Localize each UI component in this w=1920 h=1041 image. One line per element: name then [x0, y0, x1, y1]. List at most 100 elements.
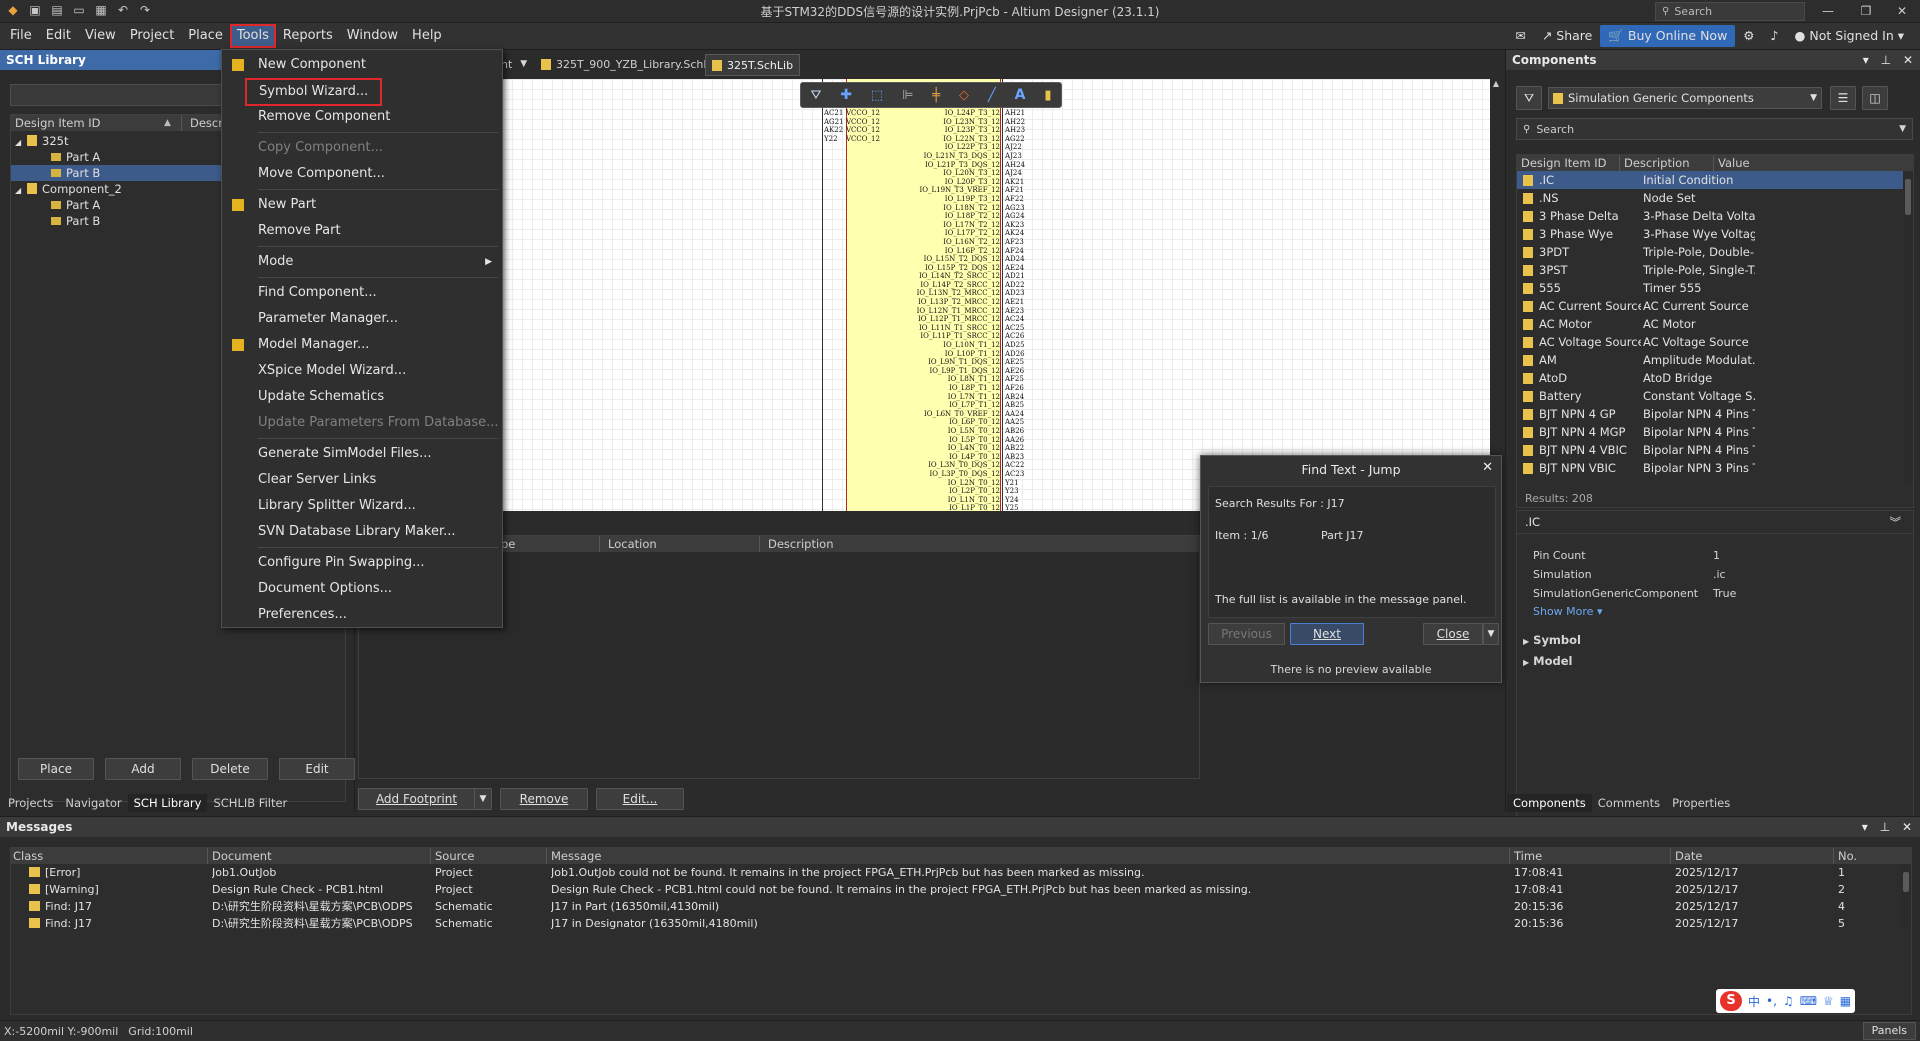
- menu-item-library-splitter-wizard[interactable]: Library Splitter Wizard...: [222, 493, 502, 519]
- component-row[interactable]: AtoD AtoD Bridge: [1517, 369, 1913, 387]
- ime-lang-icon[interactable]: 中: [1748, 993, 1760, 1010]
- right-pin-name[interactable]: IO_L4N_T0_12: [848, 444, 1000, 453]
- ime-logo-icon[interactable]: S: [1720, 991, 1742, 1011]
- ime-punct-icon[interactable]: •,: [1766, 994, 1777, 1008]
- pin-icon[interactable]: ╪: [932, 88, 940, 103]
- col-design-item-id[interactable]: Design Item ID: [1521, 155, 1606, 171]
- menu-item-preferences[interactable]: Preferences...: [222, 602, 502, 628]
- tab-schlib-filter[interactable]: SCHLIB Filter: [207, 794, 293, 812]
- component-row[interactable]: Battery Constant Voltage S...: [1517, 387, 1913, 405]
- menu-item-new-component[interactable]: New Component: [222, 52, 502, 78]
- show-more-link[interactable]: Show More ▾: [1517, 605, 1913, 618]
- collapse-chevron-icon[interactable]: ︾: [1890, 511, 1902, 533]
- doc-tab-0[interactable]: nt ▼: [501, 54, 527, 74]
- share-button[interactable]: ↗ Share: [1534, 25, 1601, 47]
- component-row[interactable]: AC Current Source AC Current Source: [1517, 297, 1913, 315]
- col-source[interactable]: Source: [430, 848, 475, 864]
- message-row[interactable]: Find: J17 D:\研究生阶段资料\星载方案\PCB\ODPS Schemat…: [11, 915, 1911, 932]
- line-icon[interactable]: ╱: [988, 88, 996, 103]
- panels-button[interactable]: Panels: [1862, 1022, 1916, 1040]
- menu-help[interactable]: Help: [405, 24, 449, 48]
- col-value[interactable]: Value: [1713, 155, 1750, 171]
- menu-file[interactable]: File: [3, 24, 39, 48]
- ime-keyboard-icon[interactable]: ⌨: [1800, 994, 1817, 1008]
- menu-item-configure-pin-swapping[interactable]: Configure Pin Swapping...: [222, 550, 502, 576]
- chevron-down-icon[interactable]: ▼: [1899, 124, 1906, 134]
- scroll-up-arrow-icon[interactable]: ▲: [1490, 79, 1502, 88]
- menu-item-clear-server-links[interactable]: Clear Server Links: [222, 467, 502, 493]
- previous-button[interactable]: Previous: [1208, 623, 1285, 645]
- move-icon[interactable]: ✚: [840, 87, 852, 103]
- tab-comments[interactable]: Comments: [1592, 794, 1666, 812]
- panel-menu-icon[interactable]: ▾: [1863, 53, 1869, 67]
- right-pin-name[interactable]: IO_L18P_T2_12: [848, 212, 1000, 221]
- shape-icon[interactable]: ◇: [959, 88, 969, 103]
- component-row[interactable]: 3PST Triple-Pole, Single-T...: [1517, 261, 1913, 279]
- schematic-canvas[interactable]: AC21 VCCO_12 AG21 VCCO_12 AK22 VCCO_12 Y22 VCCO…: [502, 79, 1490, 511]
- col-location[interactable]: Location: [599, 536, 657, 552]
- ime-voice-icon[interactable]: ♫: [1783, 994, 1794, 1008]
- right-pin-name[interactable]: IO_L22N_T3_12: [848, 135, 1000, 144]
- menu-place[interactable]: Place: [181, 24, 230, 48]
- right-pin-name[interactable]: IO_L23N_T3_12: [848, 118, 1000, 127]
- close-panel-icon[interactable]: ✕: [1903, 53, 1913, 67]
- menu-item-parameter-manager[interactable]: Parameter Manager...: [222, 306, 502, 332]
- right-pin-name[interactable]: IO_L8P_T1_12: [848, 384, 1000, 393]
- menu-item-update-parameters-from-database[interactable]: Update Parameters From Database...: [222, 410, 502, 436]
- right-pin-name[interactable]: IO_L9N_T1_DQS_12: [848, 358, 1000, 367]
- tab-navigator[interactable]: Navigator: [59, 794, 127, 812]
- menu-project[interactable]: Project: [123, 24, 181, 48]
- menu-item-model-manager[interactable]: Model Manager...: [222, 332, 502, 358]
- message-row[interactable]: [Warning] Design Rule Check - PCB1.html Pr…: [11, 881, 1911, 898]
- right-pin-name[interactable]: IO_L12P_T1_MRCC_12: [848, 315, 1000, 324]
- col-description[interactable]: Description: [759, 536, 834, 552]
- right-pin-name[interactable]: IO_L7P_T1_12: [848, 401, 1000, 410]
- section-symbol[interactable]: ▶ Symbol: [1517, 630, 1913, 651]
- settings-gear-icon[interactable]: ⚙: [1735, 25, 1762, 47]
- menu-item-generate-simmodel-files[interactable]: Generate SimModel Files...: [222, 441, 502, 467]
- chevron-down-icon[interactable]: ▼: [474, 789, 491, 809]
- select-icon[interactable]: ⬚: [871, 88, 883, 103]
- edit-model-button[interactable]: Edit...: [596, 788, 684, 810]
- scrollbar-thumb[interactable]: [1903, 872, 1909, 892]
- right-pin-name[interactable]: IO_L3N_T0_DQS_12: [848, 461, 1000, 470]
- close-icon[interactable]: ✕: [1482, 460, 1493, 475]
- component-row[interactable]: 3 Phase Delta 3-Phase Delta Volta...: [1517, 207, 1913, 225]
- doc-tab-active[interactable]: 325T.SchLib: [705, 54, 801, 76]
- details-toggle-icon[interactable]: ◫: [1862, 86, 1888, 110]
- message-row[interactable]: Find: J17 D:\研究生阶段资料\星载方案\PCB\ODPS Schemat…: [11, 898, 1911, 915]
- restore-button[interactable]: ❐: [1850, 0, 1882, 22]
- right-pin-name[interactable]: IO_L14N_T2_SRCC_12: [848, 272, 1000, 281]
- right-pin-name[interactable]: IO_L17N_T2_12: [848, 221, 1000, 230]
- right-pin-name[interactable]: IO_L9P_T1_DQS_12: [848, 367, 1001, 376]
- chevron-down-icon[interactable]: ▼: [1483, 623, 1499, 645]
- right-pin-name[interactable]: IO_L2P_T0_12: [848, 487, 1000, 496]
- right-pin-name[interactable]: IO_L14P_T2_SRCC_12: [848, 281, 1000, 290]
- menu-edit[interactable]: Edit: [39, 24, 78, 48]
- component-row[interactable]: .NS Node Set: [1517, 189, 1913, 207]
- section-model[interactable]: ▶ Model: [1517, 651, 1913, 672]
- menu-tools[interactable]: Tools: [229, 24, 276, 48]
- buy-online-button[interactable]: 🛒 Buy Online Now: [1600, 25, 1736, 47]
- global-search-input[interactable]: ⚲ Search: [1655, 2, 1805, 21]
- right-pin-name[interactable]: IO_L8N_T1_12: [848, 375, 1000, 384]
- menu-item-new-part[interactable]: New Part: [222, 192, 502, 218]
- right-pin-name[interactable]: IO_L1N_T0_12: [848, 496, 1000, 505]
- right-pin-name[interactable]: IO_L15P_T2_DQS_12: [848, 264, 1000, 273]
- menu-item-remove-part[interactable]: Remove Part: [222, 218, 502, 244]
- menu-window[interactable]: Window: [340, 24, 405, 48]
- menu-icon[interactable]: ☰: [1830, 86, 1856, 110]
- right-pin-name[interactable]: IO_L12N_T1_MRCC_12: [848, 307, 1000, 316]
- component-row[interactable]: 555 Timer 555: [1517, 279, 1913, 297]
- col-type[interactable]: pe: [501, 536, 515, 552]
- component-row[interactable]: 3 Phase Wye 3-Phase Wye Voltag...: [1517, 225, 1913, 243]
- tab-components[interactable]: Components: [1507, 794, 1592, 812]
- right-pin-name[interactable]: IO_L19P_T3_12: [848, 195, 1000, 204]
- filter-icon[interactable]: ⛛: [810, 88, 821, 103]
- canvas-vertical-scrollbar[interactable]: ▲: [1490, 79, 1502, 511]
- col-no[interactable]: No.: [1833, 848, 1857, 864]
- col-class[interactable]: Class: [13, 848, 43, 864]
- close-window-button[interactable]: ✕: [1886, 0, 1918, 22]
- right-pin-name[interactable]: IO_L5N_T0_12: [848, 427, 1000, 436]
- component-row[interactable]: .IC Initial Condition: [1517, 171, 1903, 189]
